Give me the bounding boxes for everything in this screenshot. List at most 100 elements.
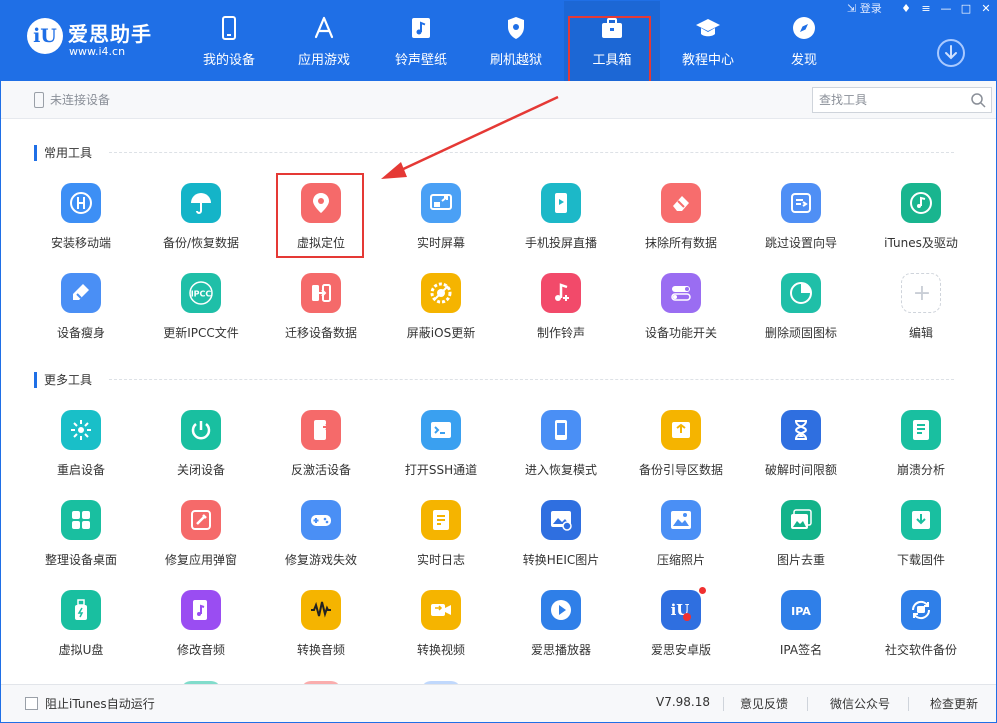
tool-deactivate[interactable]: 反激活设备: [261, 410, 381, 496]
tool-tile: [421, 183, 461, 223]
block-itunes-checkbox[interactable]: [25, 697, 38, 710]
tool-tile: [61, 183, 101, 223]
tool-bootsector[interactable]: 备份引导区数据: [621, 410, 741, 496]
tool-label: 跳过设置向导: [764, 236, 837, 250]
tool-tile: [61, 590, 101, 630]
tool-eraser[interactable]: 抹除所有数据: [621, 183, 741, 269]
tool-tile: [61, 500, 101, 540]
tool-terminal[interactable]: 打开SSH通道: [381, 410, 501, 496]
tool-download-firmware[interactable]: 下载固件: [861, 500, 981, 586]
itunes-icon: [910, 192, 932, 214]
tool-broom[interactable]: 设备瘦身: [21, 273, 141, 359]
nav-label: 我的设备: [202, 53, 255, 68]
close-button[interactable]: ✕: [978, 2, 994, 16]
restart-icon: [71, 420, 91, 440]
minimize-icon: —: [940, 2, 952, 15]
common-tools-heading: 常用工具: [34, 145, 92, 161]
tool-toggle[interactable]: 设备功能开关: [621, 273, 741, 359]
nav-ringtones-wallpapers[interactable]: 铃声壁纸: [373, 1, 469, 81]
tool-label: 崩溃分析: [896, 463, 945, 477]
device-connection-status: 未连接设备: [34, 91, 110, 108]
tool-itunes[interactable]: iTunes及驱动: [861, 183, 981, 269]
login-link[interactable]: ⇲ 登录: [847, 1, 882, 17]
tool-ringtone[interactable]: 制作铃声: [501, 273, 621, 359]
app-window: iU 爱思助手 www.i4.cn 我的设备 应用游戏 铃声壁纸 刷机越狱 工具…: [0, 0, 997, 723]
nav-discover[interactable]: 发现: [756, 1, 852, 81]
menu-button[interactable]: ≡: [918, 2, 934, 16]
tool-tile: [421, 500, 461, 540]
login-icon: ⇲: [847, 2, 857, 15]
wechat-link[interactable]: 微信公众号: [830, 695, 890, 712]
nav-flash-jailbreak[interactable]: 刷机越狱: [468, 1, 564, 81]
skin-button[interactable]: ♦: [898, 2, 914, 16]
deactivate-icon: [314, 420, 331, 440]
tool-dedupe-photo[interactable]: 图片去重: [741, 500, 861, 586]
tool-restart[interactable]: 重启设备: [21, 410, 141, 496]
tool-tile: [901, 410, 941, 450]
tool-tile: [901, 590, 941, 630]
tool-location-pin[interactable]: 虚拟定位: [261, 183, 381, 269]
close-icon: ✕: [981, 2, 991, 15]
tool-report[interactable]: 崩溃分析: [861, 410, 981, 496]
tool-install-app[interactable]: 安装移动端: [21, 183, 141, 269]
tool-migrate[interactable]: 迁移设备数据: [261, 273, 381, 359]
tool-plus[interactable]: + 编辑: [861, 273, 981, 359]
tool-search-input[interactable]: [813, 88, 963, 112]
tool-label: 重启设备: [56, 463, 105, 477]
block-itunes-label[interactable]: 阻止iTunes自动运行: [45, 695, 155, 712]
tool-tile: [541, 273, 581, 313]
tool-heic[interactable]: 转换HEIC图片: [501, 500, 621, 586]
tool-label: 整理设备桌面: [44, 553, 117, 567]
feedback-link[interactable]: 意见反馈: [740, 695, 788, 712]
tool-label: 下载固件: [896, 553, 945, 567]
menu-icon: ≡: [921, 2, 931, 15]
nav-tutorials[interactable]: 教程中心: [660, 1, 756, 81]
install-app-icon: [70, 192, 92, 214]
tool-power[interactable]: 关闭设备: [141, 410, 261, 496]
tool-screen-mirror[interactable]: 实时屏幕: [381, 183, 501, 269]
tool-label: 反激活设备: [290, 463, 351, 477]
nav-my-device[interactable]: 我的设备: [181, 1, 277, 81]
search-icon[interactable]: [970, 92, 986, 108]
tool-gamepad[interactable]: 修复游戏失效: [261, 500, 381, 586]
tool-ipcc[interactable]: IPCC 更新IPCC文件: [141, 273, 261, 359]
tool-tile: [901, 500, 941, 540]
app-url: www.i4.cn: [69, 45, 126, 58]
tool-label: 修复应用弹窗: [164, 553, 237, 567]
toolbox-icon: [602, 18, 622, 38]
download-manager-button[interactable]: [937, 39, 965, 67]
tool-grid[interactable]: 整理设备桌面: [21, 500, 141, 586]
tool-label: 转换视频: [416, 643, 465, 657]
tool-phone-cast[interactable]: 手机投屏直播: [501, 183, 621, 269]
minimize-button[interactable]: —: [938, 2, 954, 16]
brand-logo[interactable]: iU 爱思助手 www.i4.cn: [27, 15, 167, 65]
tool-hourglass[interactable]: 破解时间限额: [741, 410, 861, 496]
nav-apps-games[interactable]: 应用游戏: [276, 1, 372, 81]
svg-text:IPCC: IPCC: [191, 290, 212, 299]
tool-pie[interactable]: 删除顽固图标: [741, 273, 861, 359]
tool-tile: [661, 273, 701, 313]
tool-gear-block[interactable]: 屏蔽iOS更新: [381, 273, 501, 359]
tool-wrench-app[interactable]: 修复应用弹窗: [141, 500, 261, 586]
tool-log[interactable]: 实时日志: [381, 500, 501, 586]
heic-icon: [551, 511, 572, 531]
appstore-icon: [314, 16, 334, 39]
version-label: V7.98.18: [656, 695, 711, 709]
plus-icon: +: [913, 282, 931, 306]
check-update-link[interactable]: 检查更新: [930, 695, 978, 712]
hourglass-icon: [794, 420, 808, 440]
tool-recovery[interactable]: 进入恢复模式: [501, 410, 621, 496]
tool-label: 虚拟定位: [296, 236, 345, 250]
usb-drive-icon: [75, 599, 87, 620]
android-app-icon: iU: [671, 601, 691, 621]
tool-umbrella[interactable]: 备份/恢复数据: [141, 183, 261, 269]
maximize-button[interactable]: □: [958, 2, 974, 16]
tool-label: iTunes及驱动: [884, 236, 958, 250]
tool-compress-photo[interactable]: 压缩照片: [621, 500, 741, 586]
tool-skip-setup[interactable]: 跳过设置向导: [741, 183, 861, 269]
tool-tile: [541, 590, 581, 630]
ipcc-icon: IPCC: [189, 281, 213, 305]
tool-search-box[interactable]: [812, 87, 992, 113]
app-name: 爱思助手: [68, 22, 152, 46]
nav-toolbox[interactable]: 工具箱: [564, 1, 660, 81]
